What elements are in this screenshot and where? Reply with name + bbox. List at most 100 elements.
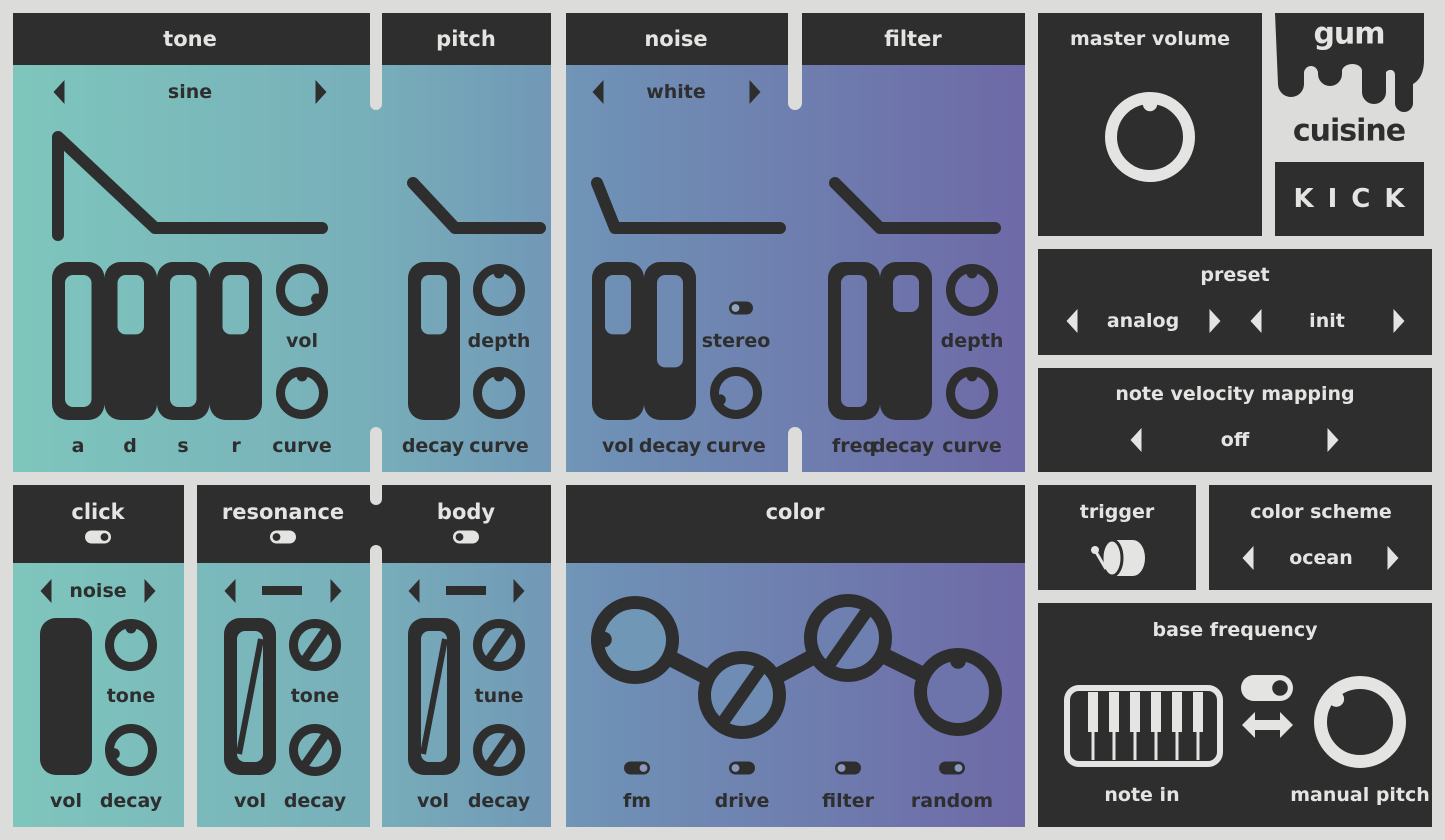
piano-black-key [1088, 692, 1098, 732]
piano-black-key [1172, 692, 1182, 732]
filter-freq-slider[interactable] [828, 262, 880, 420]
resonance-vol-slider[interactable] [224, 618, 276, 775]
color-title: color [765, 500, 825, 524]
resonance-title: resonance [221, 500, 345, 524]
click-tone-knob[interactable] [105, 619, 157, 671]
noise-type-next-arrow[interactable] [749, 80, 761, 104]
double-arrow-icon [1242, 712, 1293, 738]
noise-curve-label: curve [706, 435, 766, 457]
tone-waveform-prev-arrow[interactable] [53, 80, 65, 104]
knob-indicator [1328, 691, 1345, 707]
preset-next-arrow[interactable] [1393, 309, 1405, 333]
filter-freq-label: freq [831, 435, 877, 457]
resonance-type-prev-arrow[interactable] [224, 579, 236, 603]
slider-track [592, 262, 644, 420]
manual-pitch-knob[interactable] [1314, 676, 1406, 768]
click-title: click [71, 500, 125, 524]
body-decay-knob[interactable] [473, 724, 525, 776]
knob-disabled-slash [299, 729, 331, 771]
knob-indicator [714, 394, 726, 406]
toggle-thumb [100, 533, 109, 541]
click-type-prev-arrow[interactable] [40, 579, 52, 603]
resonance-decay-knob[interactable] [289, 724, 341, 776]
click-enable-toggle[interactable] [85, 530, 111, 544]
drum-stick-tip [1091, 546, 1099, 554]
body-tune-knob[interactable] [473, 619, 525, 671]
noise-type-prev-arrow[interactable] [592, 80, 604, 104]
color-scheme-prev-arrow[interactable] [1242, 546, 1254, 570]
slider-track [52, 262, 105, 420]
noise-stereo-toggle[interactable] [729, 301, 753, 315]
click-decay-knob[interactable] [105, 724, 157, 776]
knob-indicator [296, 370, 308, 382]
click-vol-slider[interactable] [40, 618, 92, 775]
pitch-envelope-graph [407, 177, 546, 234]
resonance-enable-toggle[interactable] [270, 530, 296, 544]
resonance-decay-label: decay [283, 790, 347, 812]
tone-vol-knob[interactable] [276, 264, 328, 316]
slider-track [828, 262, 880, 420]
filter-curve-knob[interactable] [946, 367, 998, 419]
base-frequency-mode-toggle[interactable] [1241, 675, 1293, 701]
toggle-thumb [954, 764, 963, 772]
knob-indicator [950, 653, 966, 669]
pitch-depth-knob[interactable] [473, 264, 525, 316]
slider-track [880, 262, 932, 420]
click-type-next-arrow[interactable] [144, 579, 156, 603]
body-vol-slider[interactable] [408, 618, 460, 775]
tone-waveform-value: sine [167, 81, 213, 103]
slider-track [408, 262, 460, 420]
tone-envelope-graph [52, 131, 328, 241]
note-in-label: note in [1104, 784, 1180, 806]
trigger-drum-icon[interactable] [1091, 538, 1145, 578]
pitch-title: pitch [436, 27, 496, 51]
knob-indicator [596, 631, 612, 648]
noise-decay-slider[interactable] [644, 262, 696, 420]
trigger-label: trigger [1079, 501, 1155, 523]
velocity-value: off [1220, 429, 1250, 451]
color-filter-toggle[interactable] [835, 761, 861, 775]
noise-vol-slider[interactable] [592, 262, 644, 420]
tone-curve-label: curve [272, 435, 332, 457]
color-scheme-label: color scheme [1250, 501, 1392, 523]
tone-r-slider[interactable] [209, 262, 263, 420]
tone-d-slider[interactable] [104, 262, 158, 420]
color-fm-toggle[interactable] [624, 761, 650, 775]
tone-title: tone [163, 27, 217, 51]
tone-waveform-next-arrow[interactable] [315, 80, 327, 104]
noise-vol-label: vol [602, 435, 634, 457]
preset-prev-arrow[interactable] [1250, 309, 1262, 333]
body-enable-toggle[interactable] [453, 530, 479, 544]
resonance-type-next-arrow[interactable] [330, 579, 342, 603]
master-volume-knob[interactable] [1105, 92, 1195, 182]
color-random-toggle[interactable] [939, 761, 965, 775]
body-type-next-arrow[interactable] [513, 579, 525, 603]
note-in-piano-icon[interactable] [1064, 685, 1223, 767]
filter-decay-slider[interactable] [880, 262, 932, 420]
tone-curve-knob[interactable] [276, 367, 328, 419]
color-scheme-next-arrow[interactable] [1387, 546, 1399, 570]
noise-type-value: white [646, 81, 706, 103]
slider-track [209, 262, 262, 420]
filter-depth-knob[interactable] [946, 264, 998, 316]
tone-a-slider[interactable] [52, 262, 105, 420]
resonance-tone-knob[interactable] [289, 619, 341, 671]
color-drive-toggle[interactable] [729, 761, 755, 775]
toggle-thumb [731, 764, 740, 772]
knob-indicator [1142, 96, 1158, 112]
pitch-depth-label: depth [467, 330, 531, 352]
body-type-prev-arrow[interactable] [408, 579, 420, 603]
preset-bank-next-arrow[interactable] [1209, 309, 1221, 333]
piano-black-key [1151, 692, 1161, 732]
toggle-thumb [731, 304, 740, 312]
velocity-prev-arrow[interactable] [1130, 428, 1142, 452]
pitch-decay-slider[interactable] [408, 262, 460, 420]
noise-curve-knob[interactable] [710, 367, 762, 419]
toggle-thumb [837, 764, 846, 772]
velocity-next-arrow[interactable] [1327, 428, 1339, 452]
knob-indicator [493, 370, 505, 382]
preset-bank-prev-arrow[interactable] [1066, 309, 1078, 333]
tone-s-slider[interactable] [157, 262, 210, 420]
pitch-curve-knob[interactable] [473, 367, 525, 419]
knob-ring [710, 367, 762, 419]
